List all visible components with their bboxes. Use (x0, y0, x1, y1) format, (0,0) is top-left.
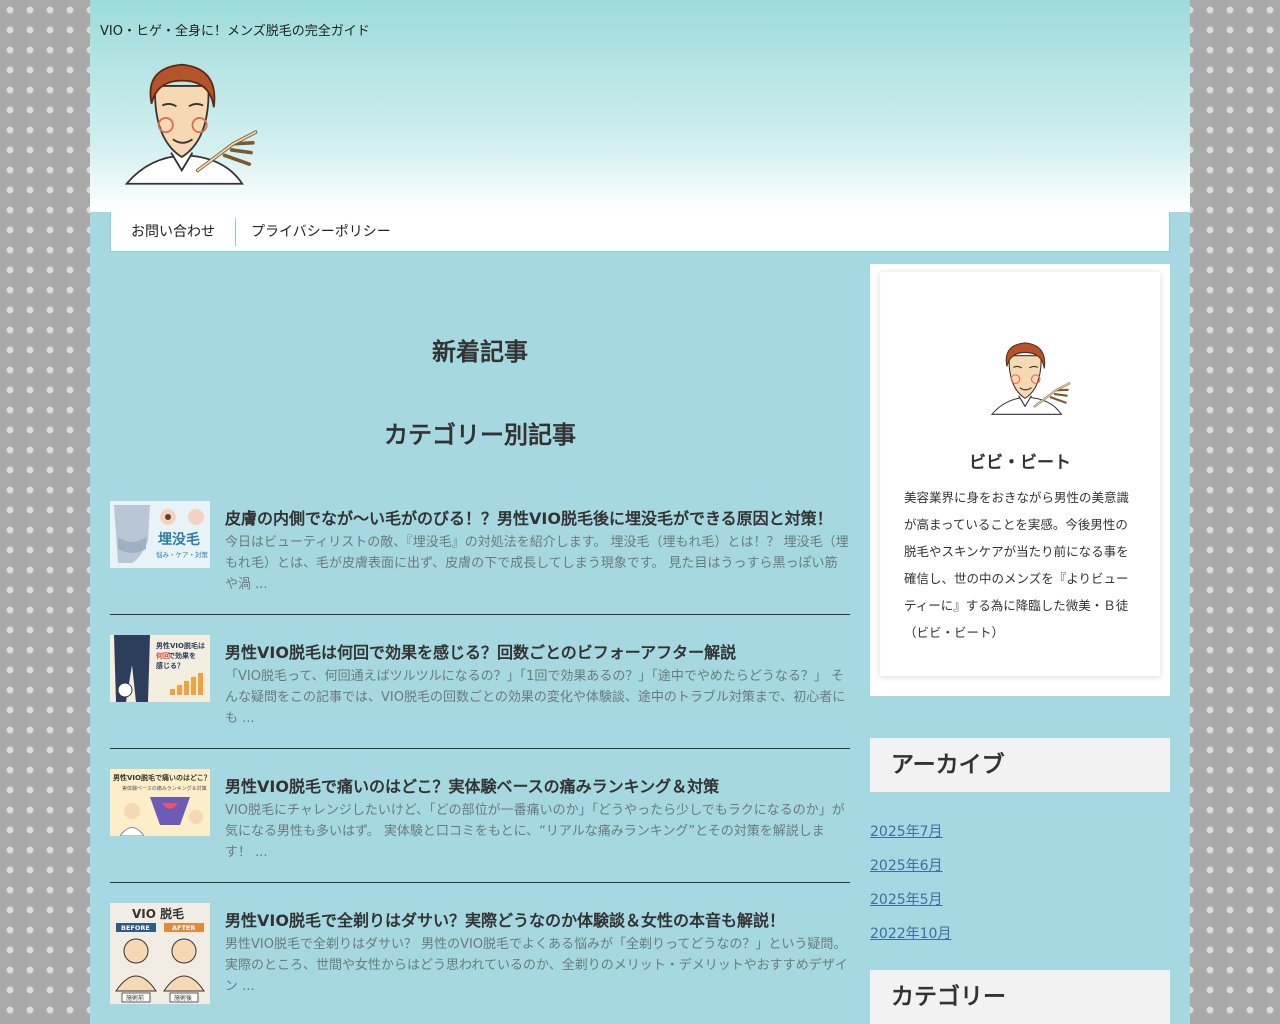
thumb-label-pre: 施術前 (126, 994, 144, 1002)
post-divider (110, 882, 850, 883)
thumb-caption: 埋没毛 (158, 531, 200, 548)
thumb-caption: VIO 脱毛 (132, 906, 184, 921)
thumb-subcaption: 実体験ベースの痛みランキング＆対策 (122, 785, 207, 792)
thumb-caption: 男性VIO脱毛で痛いのはどこ？ (113, 773, 210, 782)
post-divider (110, 748, 850, 749)
archive-link[interactable]: 2025年6月 (870, 855, 943, 875)
post-title[interactable]: 皮膚の内側でなが～い毛がのびる！？男性VIO脱毛後に埋没毛ができる原因と対策！ (225, 505, 850, 529)
post-thumbnail[interactable]: 男性VIO脱毛は 何回 で効果を 感じる？ (110, 635, 210, 702)
post-thumbnail[interactable]: 埋没毛 悩み・ケア・対策 (110, 501, 210, 568)
site-logo-mascot[interactable] (100, 50, 260, 193)
global-nav: お問い合わせ プライバシーポリシー (110, 212, 1170, 252)
nav-item-privacy[interactable]: プライバシーポリシー (236, 217, 411, 247)
thumb-subcaption: 悩み・ケア・対策 (156, 550, 209, 559)
archive-link[interactable]: 2022年10月 (870, 923, 951, 943)
post-title[interactable]: 男性VIO脱毛で全剃りはダサい？実際どうなのか体験談＆女性の本音も解説！ (225, 907, 850, 931)
category-posts-heading: カテゴリー別記事 (384, 421, 576, 449)
profile-card: ビビ・ビート 美容業界に身をおきながら男性の美意識が高まっていることを実感。今後… (880, 272, 1160, 676)
profile-avatar (990, 341, 1071, 416)
profile-name: ビビ・ビート (969, 453, 1071, 473)
thumb-label-before: BEFORE (121, 924, 150, 932)
profile-widget: ビビ・ビート 美容業界に身をおきながら男性の美意識が高まっていることを実感。今後… (870, 264, 1170, 696)
site-description: VIO・ヒゲ・全身に！メンズ脱毛の完全ガイド (100, 24, 370, 39)
page-wrapper: VIO・ヒゲ・全身に！メンズ脱毛の完全ガイド お問い合わせ プライバシーポリシー… (90, 0, 1190, 1024)
post-excerpt: 男性VIO脱毛で全剃りはダサい？ 男性のVIO脱毛でよくある悩みが「全剃りってど… (225, 937, 848, 994)
thumb-caption: で効果を (168, 651, 196, 660)
post-excerpt: VIO脱毛にチャレンジしたいけど、「どの部位が一番痛いのか」「どうやったら少しで… (225, 803, 845, 860)
post-thumbnail[interactable]: 男性VIO脱毛で痛いのはどこ？ 実体験ベースの痛みランキング＆対策 (110, 769, 210, 836)
profile-text: 美容業界に身をおきながら男性の美意識が高まっていることを実感。今後男性の脱毛やス… (904, 490, 1130, 640)
thumb-label-after: AFTER (172, 924, 195, 932)
category-heading: カテゴリー (870, 970, 1170, 1024)
post-title[interactable]: 男性VIO脱毛で痛いのはどこ？実体験ベースの痛みランキング＆対策 (225, 773, 850, 797)
post-thumbnail[interactable]: VIO 脱毛 BEFORE AFTER 施術前 施術後 (110, 903, 210, 1004)
thumb-label-post: 施術後 (174, 994, 192, 1002)
post-title[interactable]: 男性VIO脱毛は何回で効果を感じる？回数ごとのビフォーアフター解説 (225, 639, 850, 663)
thumb-caption: 男性VIO脱毛は (156, 641, 205, 650)
post-excerpt: 今日はビューティリストの敵、『埋没毛』の対処法を紹介します。 埋没毛（埋もれ毛）… (225, 535, 849, 592)
site-header: VIO・ヒゲ・全身に！メンズ脱毛の完全ガイド (90, 0, 1190, 212)
new-posts-heading: 新着記事 (432, 338, 528, 366)
nav-item-contact[interactable]: お問い合わせ (111, 217, 235, 247)
archive-link[interactable]: 2025年5月 (870, 889, 943, 909)
post-divider (110, 614, 850, 615)
archive-link[interactable]: 2025年7月 (870, 821, 943, 841)
post-excerpt: 「VIO脱毛って、何回通えばツルツルになるの？」「1回で効果あるの？」「途中でや… (225, 669, 846, 726)
thumb-caption: 感じる？ (156, 661, 184, 670)
archive-heading: アーカイブ (870, 738, 1170, 792)
